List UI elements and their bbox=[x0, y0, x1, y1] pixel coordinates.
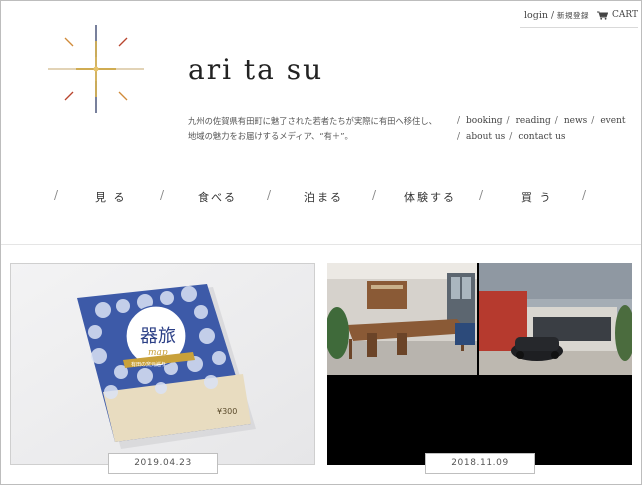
post-thumbnail bbox=[327, 263, 632, 465]
nav-event[interactable]: event bbox=[600, 113, 625, 129]
post-thumbnail: 器 旅 map 有田の窯元巡り ¥300 bbox=[11, 264, 314, 464]
nav-news[interactable]: news bbox=[564, 113, 587, 129]
nav-eat[interactable]: 食べる bbox=[198, 189, 237, 205]
description-line: 九州の佐賀県有田町に魅了された若者たちが実際に有田へ移住し、 bbox=[188, 116, 437, 126]
book-title-1: 器 bbox=[140, 326, 158, 347]
description-line: 地域の魅力をお届けするメディア、“有＋”。 bbox=[188, 131, 353, 141]
cart-icon bbox=[597, 10, 608, 20]
register-link[interactable]: 新規登録 bbox=[557, 10, 589, 21]
nav-experience[interactable]: 体験する bbox=[404, 189, 456, 205]
nav-about-us[interactable]: about us bbox=[466, 129, 505, 145]
nav-see[interactable]: 見 る bbox=[95, 189, 127, 205]
post-card[interactable] bbox=[327, 263, 632, 465]
site-description: 九州の佐賀県有田町に魅了された若者たちが実際に有田へ移住し、 地域の魅力をお届け… bbox=[188, 114, 448, 144]
nav-contact-us[interactable]: contact us bbox=[518, 129, 565, 145]
post-date: 2019.04.23 bbox=[108, 453, 218, 474]
secondary-nav: / booking / reading / news / event / about us… bbox=[453, 113, 641, 145]
post-card[interactable]: 器 旅 map 有田の窯元巡り ¥300 bbox=[10, 263, 315, 465]
nav-stay[interactable]: 泊まる bbox=[304, 189, 343, 205]
account-links: login / 新規登録 bbox=[524, 10, 589, 21]
book-price: ¥300 bbox=[217, 407, 237, 416]
separator: / bbox=[551, 10, 555, 21]
book-title-2: 旅 bbox=[158, 326, 176, 347]
login-link[interactable]: login bbox=[524, 10, 548, 21]
nav-booking[interactable]: booking bbox=[466, 113, 503, 129]
star-sparkle-icon[interactable] bbox=[46, 19, 146, 119]
nav-buy[interactable]: 買 う bbox=[521, 189, 553, 205]
post-date: 2018.11.09 bbox=[425, 453, 535, 474]
cart-label: CART bbox=[612, 10, 639, 20]
book-band: 有田の窯元巡り bbox=[131, 361, 166, 368]
page-frame: login / 新規登録 CART ari ta su 九州の佐賀県有田町に魅了… bbox=[0, 0, 642, 485]
section-divider bbox=[1, 244, 641, 245]
header-rule bbox=[520, 27, 638, 28]
main-nav: / 見 る / 食べる / 泊まる / 体験する / 買 う / bbox=[54, 188, 587, 205]
nav-reading[interactable]: reading bbox=[516, 113, 551, 129]
site-logo-text[interactable]: ari ta su bbox=[188, 53, 323, 86]
cart-link[interactable]: CART bbox=[597, 10, 638, 20]
